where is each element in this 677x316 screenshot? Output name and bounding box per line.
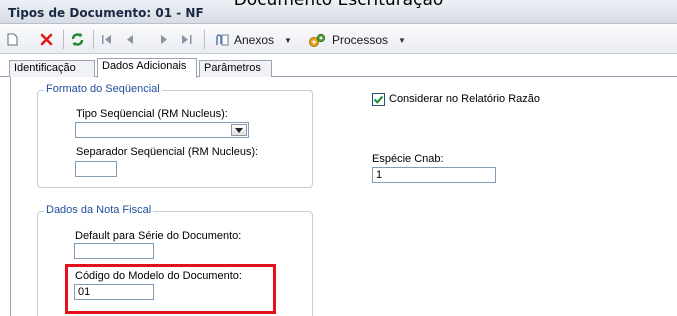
tab-strip: Identificação Dados Adicionais Parâmetro… <box>0 55 677 78</box>
chevron-down-icon: ▼ <box>284 35 292 45</box>
previous-record-icon[interactable] <box>124 31 136 48</box>
especie-cnab-input[interactable]: 1 <box>372 167 496 183</box>
paperclip-icon <box>216 34 229 46</box>
anexos-menu-button[interactable]: Anexos ▼ <box>212 31 292 49</box>
checkmark-icon <box>373 95 384 104</box>
chevron-down-icon: ▼ <box>398 35 406 45</box>
serie-documento-label: Default para Série do Documento: <box>75 230 242 242</box>
especie-cnab-label: Espécie Cnab: <box>372 153 444 165</box>
considerar-razao-checkbox[interactable] <box>372 93 385 106</box>
anexos-label: Anexos <box>234 33 275 47</box>
delete-icon[interactable] <box>38 31 54 48</box>
tab-identificacao[interactable]: Identificação <box>9 60 95 77</box>
serie-documento-input[interactable] <box>74 243 154 259</box>
first-record-icon[interactable] <box>100 31 114 48</box>
chevron-down-icon[interactable] <box>231 124 247 136</box>
toolbar-separator <box>63 30 64 49</box>
next-record-icon[interactable] <box>157 31 169 48</box>
tab-parametros[interactable]: Parâmetros <box>199 60 272 77</box>
toolbar-separator <box>93 30 94 49</box>
tipo-sequencial-select[interactable] <box>75 122 249 138</box>
highlight-annotation <box>65 264 276 314</box>
toolbar-separator <box>204 30 205 49</box>
caption-heading: Documento Escrituração <box>233 0 444 10</box>
tab-dados-adicionais[interactable]: Dados Adicionais <box>97 58 197 78</box>
group-legend: Formato do Seqüencial <box>44 83 162 95</box>
gears-icon <box>309 33 326 47</box>
group-formato-sequencial: Formato do Seqüencial Tipo Seqüencial (R… <box>37 83 313 188</box>
group-legend: Dados da Nota Fiscal <box>44 204 154 216</box>
separador-sequencial-input[interactable] <box>75 161 117 177</box>
new-document-icon[interactable] <box>5 31 19 48</box>
last-record-icon[interactable] <box>180 31 194 48</box>
tipo-sequencial-label: Tipo Seqüencial (RM Nucleus): <box>76 108 228 120</box>
toolbar: Anexos ▼ Processos ▼ <box>0 24 677 54</box>
considerar-razao-label: Considerar no Relatório Razão <box>389 93 541 105</box>
processos-label: Processos <box>332 33 389 47</box>
separador-sequencial-label: Separador Seqüencial (RM Nucleus): <box>76 146 259 158</box>
refresh-icon[interactable] <box>68 31 86 48</box>
processos-menu-button[interactable]: Processos ▼ <box>308 31 406 49</box>
tab-panel-dados-adicionais: Formato do Seqüencial Tipo Seqüencial (R… <box>10 77 677 316</box>
